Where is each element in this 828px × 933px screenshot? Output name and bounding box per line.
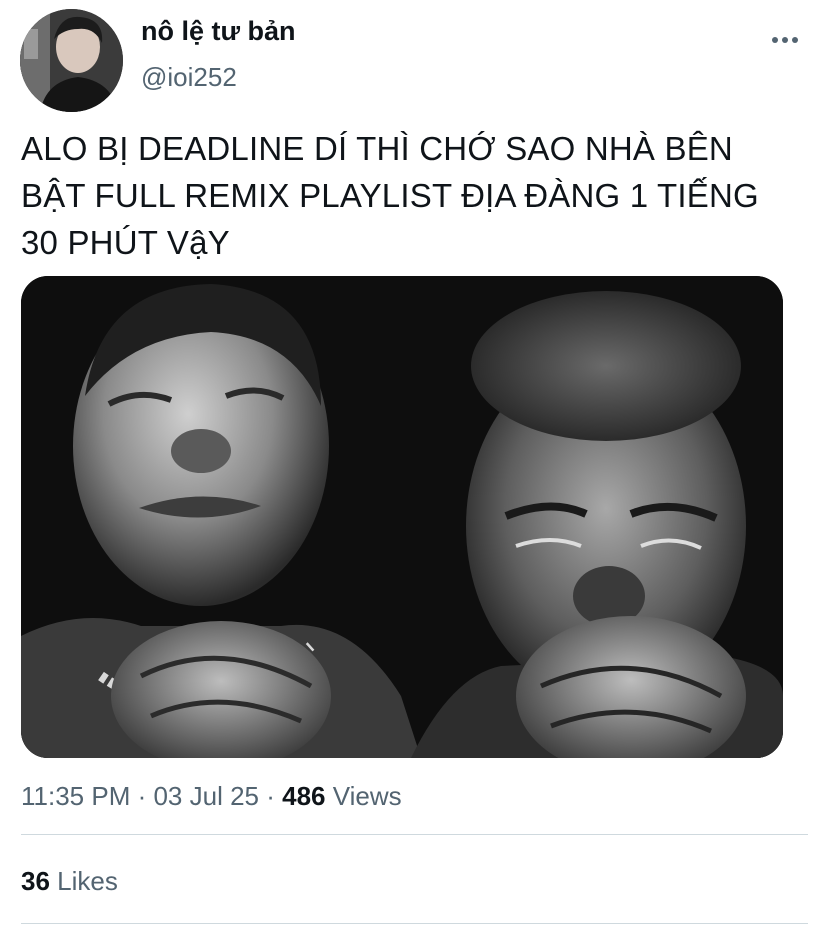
likes-label: Likes [49,866,118,896]
tweet-time[interactable]: 11:35 PM [21,781,130,811]
tweet-text-line: BẬT FULL REMIX PLAYLIST ĐỊA ĐÀNG 1 TIẾNG [21,177,759,214]
divider [21,923,808,924]
more-horizontal-icon [772,37,798,43]
tweet-media-image[interactable] [21,276,783,758]
tweet-meta: 11:35 PM · 03 Jul 25 · 486 Views [21,779,402,813]
tweet-text: ALO BỊ DEADLINE DÍ THÌ CHỚ SAO NHÀ BÊN B… [21,125,821,266]
avatar-photo [20,9,123,112]
likes-count: 36 [21,866,50,896]
meta-separator: · [259,781,283,811]
views-count: 486 [282,781,326,811]
tweet-text-line: ALO BỊ DEADLINE DÍ THÌ CHỚ SAO NHÀ BÊN [21,130,733,167]
meta-separator: · [130,781,154,811]
more-options-button[interactable] [762,22,808,58]
views-label: Views [325,781,402,811]
likes-stat[interactable]: 36 Likes [21,864,118,898]
avatar[interactable] [20,9,123,112]
tweet-text-line: 30 PHÚT VậY [21,224,230,261]
media-photo [21,276,783,758]
divider [21,834,808,835]
tweet-date[interactable]: 03 Jul 25 [153,781,259,811]
author-handle[interactable]: @ioi252 [141,60,237,94]
author-display-name[interactable]: nô lệ tư bản [141,14,296,48]
